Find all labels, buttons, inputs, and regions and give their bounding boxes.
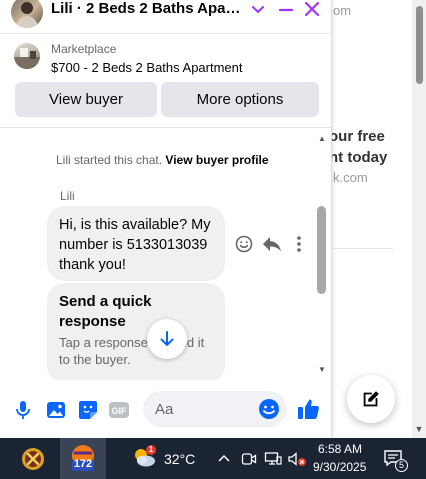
message-input[interactable]: Aa (143, 391, 287, 427)
marketplace-listing[interactable]: Marketplace $700 - 2 Beds 2 Baths Apartm… (0, 35, 331, 79)
reply-icon[interactable] (261, 234, 283, 254)
app-badge-count: 172 (73, 458, 93, 470)
divider (333, 248, 393, 249)
more-options-button[interactable]: More options (161, 82, 319, 117)
chevron-down-icon[interactable] (250, 2, 266, 18)
new-message-button[interactable] (347, 375, 395, 423)
marketplace-label: Marketplace (51, 42, 117, 56)
arrow-down-icon (160, 331, 174, 346)
minimize-icon[interactable] (277, 1, 295, 19)
chat-window: Lili · 2 Beds 2 Baths Apart... Marketpla… (0, 0, 332, 438)
gif-icon[interactable]: GIF (108, 400, 130, 420)
screen: om our free nt today k.com ▼ Lili · 2 Be… (0, 0, 426, 479)
scroll-to-bottom-button[interactable] (147, 319, 187, 359)
clock-date[interactable]: 9/30/2025 (313, 460, 366, 474)
message-composer: GIF Aa (0, 380, 331, 438)
listing-photo (14, 48, 40, 69)
clock-time[interactable]: 6:58 AM (318, 442, 362, 456)
react-emoji-icon[interactable] (234, 234, 254, 254)
page-scrollbar-thumb[interactable] (416, 6, 423, 84)
system-message: Lili started this chat. View buyer profi… (56, 153, 269, 167)
svg-text:GIF: GIF (112, 406, 128, 416)
microphone-icon[interactable] (14, 400, 32, 420)
message-input-placeholder: Aa (155, 401, 174, 418)
view-buyer-profile-link[interactable]: View buyer profile (165, 153, 268, 167)
view-buyer-button[interactable]: View buyer (15, 82, 157, 117)
temperature[interactable]: 32°C (164, 451, 195, 467)
quick-response-subtitle: Tap a response to send it to the buyer. (59, 335, 205, 367)
chat-title[interactable]: Lili · 2 Beds 2 Baths Apart... (51, 0, 241, 17)
taskbar: 172 1 32°C 6:58 AM 9/30/2025 5 (0, 438, 426, 479)
photo-icon[interactable] (46, 400, 66, 420)
chat-header[interactable]: Lili · 2 Beds 2 Baths Apart... (0, 0, 331, 34)
avatar[interactable] (11, 0, 43, 28)
background-url-fragment[interactable]: om (333, 3, 351, 18)
more-icon[interactable] (292, 234, 306, 254)
avatar-photo (15, 2, 39, 28)
compose-icon (363, 391, 379, 407)
message-sender: Lili (60, 189, 75, 203)
background-heading-line: our free (329, 128, 385, 145)
volume-muted-icon[interactable] (287, 451, 307, 467)
listing-title[interactable]: $700 - 2 Beds 2 Baths Apartment (51, 60, 243, 75)
sticker-icon[interactable] (78, 400, 98, 420)
message-bubble[interactable]: Hi, is this available? My number is 5133… (47, 206, 225, 281)
background-heading-line: nt today (329, 149, 388, 166)
system-message-text: Lili started this chat. (56, 153, 163, 167)
notification-count: 5 (395, 459, 408, 472)
divider (0, 127, 331, 128)
meet-now-icon[interactable] (241, 451, 257, 467)
chat-scrollbar-thumb[interactable] (317, 206, 326, 294)
emoji-icon[interactable] (258, 398, 280, 420)
quick-response-card[interactable]: Send a quick response Tap a response to … (47, 283, 225, 383)
scroll-down-arrow-icon[interactable]: ▼ (318, 365, 326, 374)
close-icon[interactable] (303, 0, 321, 18)
background-url-fragment[interactable]: k.com (333, 170, 368, 185)
chevron-up-icon[interactable] (217, 451, 231, 465)
weather-alert-badge: 1 (146, 445, 156, 455)
app-icon[interactable] (18, 446, 48, 472)
scroll-down-arrow-icon[interactable]: ▼ (414, 424, 424, 434)
scroll-up-arrow-icon[interactable]: ▲ (318, 134, 326, 143)
listing-thumbnail (14, 43, 40, 69)
like-icon[interactable] (297, 397, 321, 421)
network-icon[interactable] (264, 451, 282, 467)
